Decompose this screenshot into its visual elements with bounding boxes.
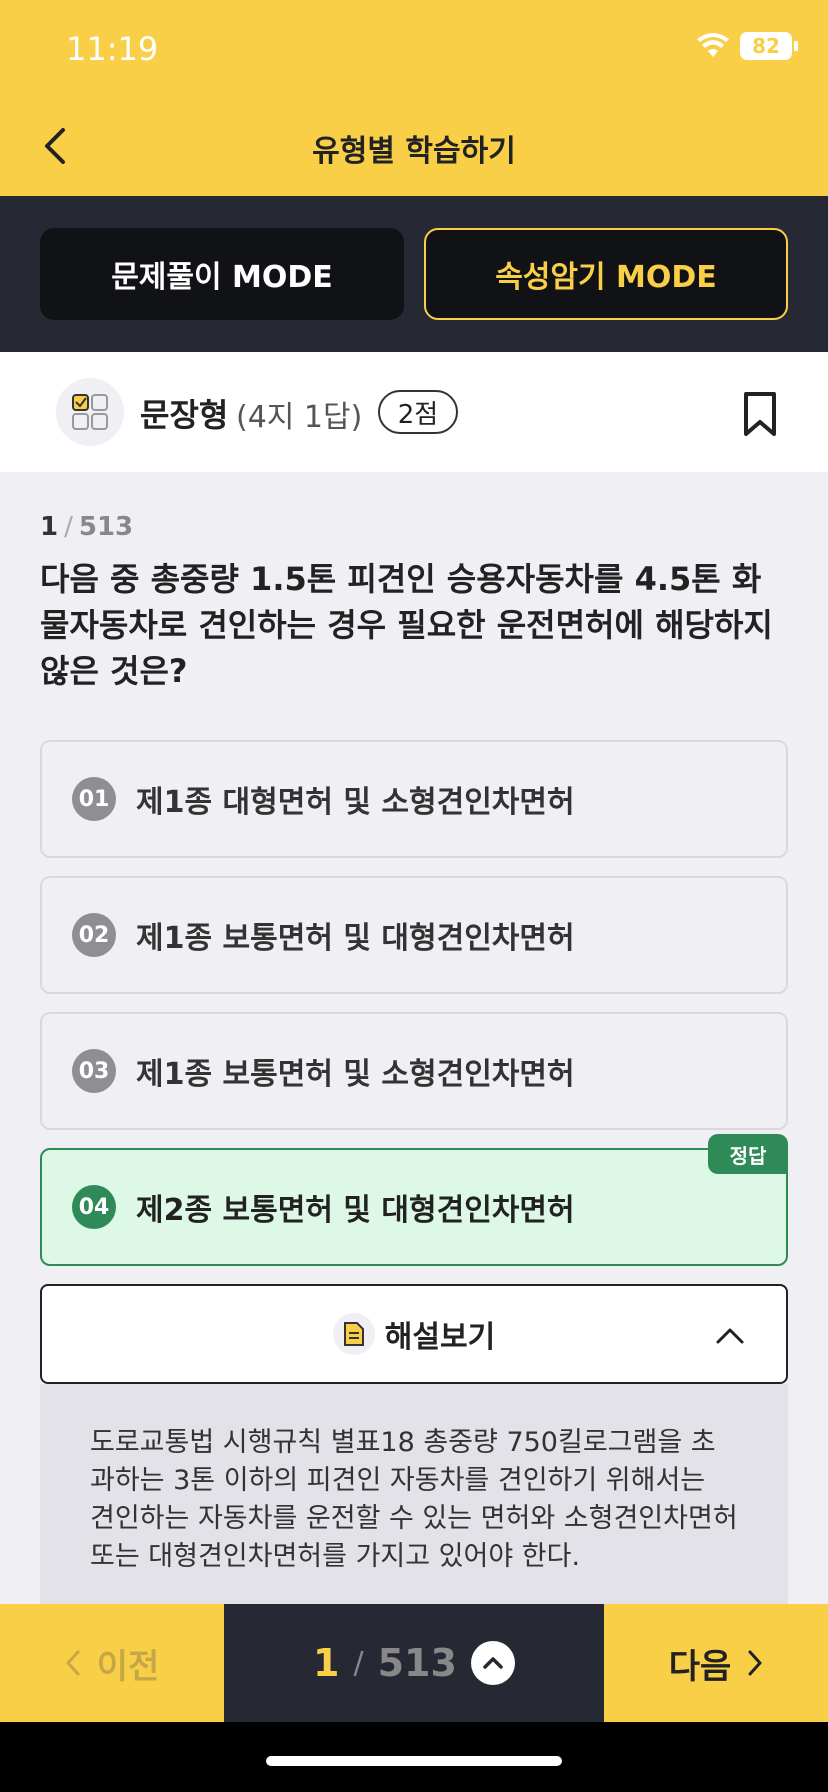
question-current: 1 [40,512,59,542]
bottom-navigation: 이전 1 / 513 다음 [0,1604,828,1722]
question-text: 다음 중 총중량 1.5톤 피견인 승용자동차를 4.5톤 화물자동차로 견인하… [40,560,773,690]
explanation-text: 도로교통법 시행규칙 별표18 총중량 750킬로그램을 초과하는 3톤 이하의… [40,1384,788,1604]
next-label: 다음 [668,1646,732,1687]
page-total: 513 [377,1641,457,1685]
correct-answer-badge: 정답 [708,1134,788,1174]
home-indicator[interactable] [266,1756,562,1766]
explanation-title: 해설보기 [384,1320,496,1355]
option-3[interactable]: 03 제1종 보통면허 및 소형견인차면허 [40,1012,788,1130]
question-total: 513 [78,512,134,542]
status-time: 11:19 [66,30,159,68]
page-current: 1 [313,1641,340,1685]
page-separator: / [353,1645,364,1681]
question-counter: 1/513 [40,512,133,542]
status-bar: 11:19 82 [0,0,828,96]
checklist-icon [56,378,124,446]
page-title: 유형별 학습하기 [312,134,516,169]
score-badge: 2점 [378,390,458,434]
wifi-icon [697,33,729,57]
next-button[interactable]: 다음 [604,1604,828,1722]
page-counter: 1 / 513 [224,1604,604,1722]
option-text: 제1종 대형면허 및 소형견인차면허 [136,785,575,820]
counter-separator: / [64,512,73,542]
option-2[interactable]: 02 제1종 보통면허 및 대형견인차면허 [40,876,788,994]
question-type-detail: (4지 1답) [236,400,363,435]
option-1[interactable]: 01 제1종 대형면허 및 소형견인차면허 [40,740,788,858]
chevron-up-icon [716,1328,744,1344]
option-4[interactable]: 04 제2종 보통면허 및 대형견인차면허 정답 [40,1134,788,1266]
option-number: 03 [72,1049,116,1093]
chevron-right-icon [748,1650,762,1676]
bookmark-icon[interactable] [740,390,780,438]
explanation-toggle[interactable]: 해설보기 [40,1284,788,1384]
mode-bar: 문제풀이 MODE 속성암기 MODE [0,196,828,352]
option-text: 제1종 보통면허 및 소형견인차면허 [136,1057,575,1092]
battery-icon: 82 [740,32,798,60]
document-icon [332,1313,375,1355]
prev-button[interactable]: 이전 [0,1604,224,1722]
question-type-header: 문장형 (4지 1답) 2점 [0,352,828,472]
question-list-button[interactable] [470,1641,515,1685]
home-indicator-area [0,1722,828,1792]
status-icons: 82 [696,32,798,60]
nav-bar: 유형별 학습하기 [0,96,828,196]
quiz-mode-button[interactable]: 문제풀이 MODE [40,228,404,320]
option-text: 제1종 보통면허 및 대형견인차면허 [136,921,575,956]
memorize-mode-button[interactable]: 속성암기 MODE [424,228,788,320]
chevron-left-icon [66,1650,80,1676]
option-number: 01 [72,777,116,821]
option-number: 04 [72,1185,116,1229]
question-type-name: 문장형 [140,396,229,434]
option-number: 02 [72,913,116,957]
prev-label: 이전 [96,1646,160,1687]
chevron-up-icon [483,1657,503,1669]
option-text: 제2종 보통면허 및 대형견인차면허 [136,1193,575,1228]
